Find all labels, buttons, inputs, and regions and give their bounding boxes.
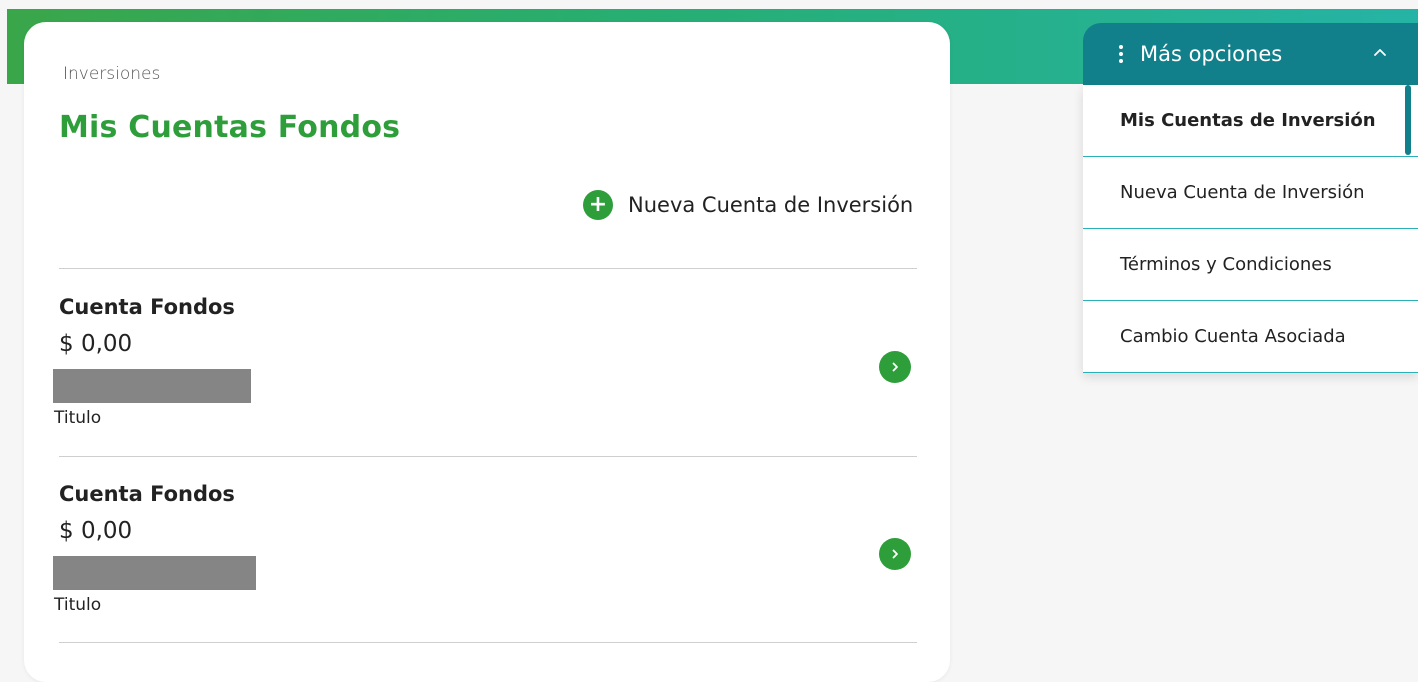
- menu-item-label: Mis Cuentas de Inversión: [1120, 110, 1376, 131]
- account-balance: $ 0,00: [59, 518, 133, 544]
- active-indicator: [1405, 85, 1411, 155]
- menu-item-new-investment-account[interactable]: Nueva Cuenta de Inversión: [1083, 157, 1418, 229]
- menu-item-terms-and-conditions[interactable]: Términos y Condiciones: [1083, 229, 1418, 301]
- kebab-menu-icon: [1119, 45, 1123, 63]
- chevron-up-icon: [1374, 49, 1386, 56]
- account-row[interactable]: Cuenta Fondos $ 0,00 Titulo: [53, 295, 917, 445]
- more-options-title: Más opciones: [1140, 42, 1283, 66]
- account-holder-type: Titulo: [54, 595, 102, 615]
- account-balance: $ 0,00: [59, 331, 133, 357]
- plus-icon: +: [583, 190, 613, 220]
- menu-item-label: Términos y Condiciones: [1120, 254, 1332, 275]
- redacted-account-number: [53, 556, 256, 590]
- menu-item-label: Cambio Cuenta Asociada: [1120, 326, 1346, 347]
- account-row[interactable]: Cuenta Fondos $ 0,00 Titulo: [53, 482, 917, 632]
- divider: [59, 642, 917, 643]
- account-name: Cuenta Fondos: [59, 482, 235, 506]
- new-investment-account-button[interactable]: + Nueva Cuenta de Inversión: [583, 190, 913, 220]
- menu-item-change-associated-account[interactable]: Cambio Cuenta Asociada: [1083, 301, 1418, 373]
- page-title: Mis Cuentas Fondos: [59, 110, 401, 145]
- new-investment-account-label: Nueva Cuenta de Inversión: [628, 193, 914, 217]
- more-options-toggle[interactable]: Más opciones: [1083, 23, 1418, 85]
- funds-accounts-card: Inversiones Mis Cuentas Fondos + Nueva C…: [24, 22, 950, 682]
- chevron-right-icon[interactable]: [879, 538, 911, 570]
- menu-item-label: Nueva Cuenta de Inversión: [1120, 182, 1365, 203]
- breadcrumb[interactable]: Inversiones: [63, 64, 160, 84]
- account-holder-type: Titulo: [54, 408, 102, 428]
- redacted-account-number: [53, 369, 251, 403]
- menu-item-my-investment-accounts[interactable]: Mis Cuentas de Inversión: [1083, 85, 1418, 157]
- account-name: Cuenta Fondos: [59, 295, 235, 319]
- divider: [59, 456, 917, 457]
- chevron-right-icon[interactable]: [879, 351, 911, 383]
- divider: [59, 268, 917, 269]
- more-options-menu: Mis Cuentas de Inversión Nueva Cuenta de…: [1083, 85, 1418, 373]
